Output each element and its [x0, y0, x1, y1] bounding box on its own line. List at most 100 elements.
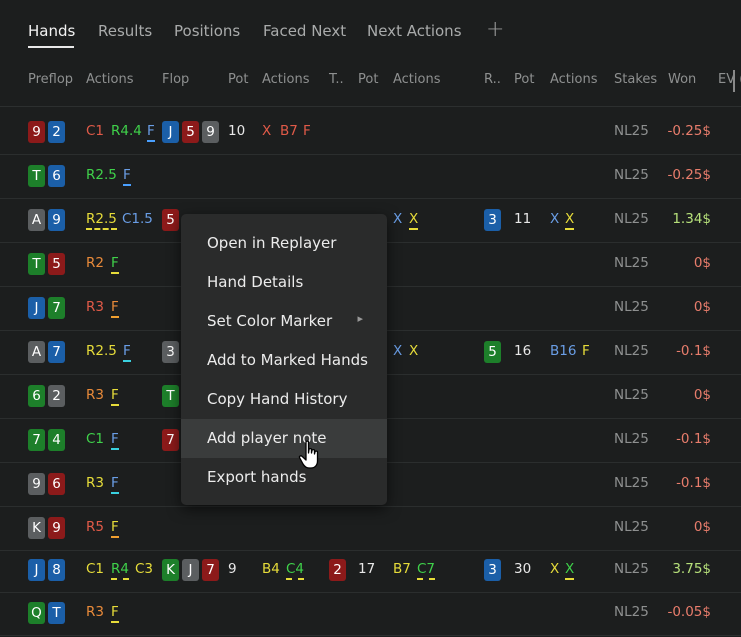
table-row[interactable]: J 8 C1 R4 C3 K J 7 9 B4 C4 2 17 B7 C7 3 … — [0, 549, 741, 593]
river-pot: 30 — [514, 561, 532, 577]
preflop-action: R3 — [86, 299, 104, 315]
table-row[interactable]: T 6 R2.5 F NL25 -0.25$ — [0, 155, 741, 199]
flop-card: J — [162, 121, 179, 143]
flop-action: X — [262, 123, 272, 139]
column-resize-handle[interactable] — [733, 70, 735, 92]
menu-item-hand-details[interactable]: Hand Details — [181, 263, 387, 302]
preflop-action: F — [111, 519, 119, 538]
menu-item-label: Copy Hand History — [207, 390, 348, 408]
table-row[interactable]: K 9 R5 F NL25 0$ — [0, 507, 741, 551]
menu-item-label: Export hands — [207, 468, 307, 486]
turn-action: X — [409, 343, 419, 359]
add-tab-button[interactable]: + — [486, 17, 504, 42]
preflop-action: C1 — [86, 431, 105, 447]
col-river[interactable]: R.. — [484, 72, 501, 87]
won-amount: -0.1$ — [676, 431, 711, 447]
tab-results[interactable]: Results — [98, 22, 152, 40]
hole-card: 5 — [48, 253, 65, 275]
col-river-pot[interactable]: Pot — [514, 72, 534, 87]
col-river-actions[interactable]: Actions — [550, 72, 598, 87]
col-preflop-actions[interactable]: Actions — [86, 72, 134, 87]
flop-action: C4 — [286, 561, 305, 580]
hole-card: 9 — [48, 517, 65, 539]
hole-card: K — [28, 517, 45, 539]
turn-card: 2 — [329, 559, 346, 581]
river-card: 3 — [484, 209, 501, 231]
menu-item-label: Set Color Marker — [207, 312, 333, 330]
preflop-action: F — [111, 255, 119, 274]
menu-item-copy-hand-history[interactable]: Copy Hand History — [181, 380, 387, 419]
hole-card: 9 — [48, 209, 65, 231]
stakes: NL25 — [614, 475, 649, 491]
menu-item-label: Hand Details — [207, 273, 304, 291]
stakes: NL25 — [614, 123, 649, 139]
preflop-action: F — [147, 123, 155, 142]
preflop-action: C1 — [86, 123, 105, 139]
hole-card: J — [28, 297, 45, 319]
won-amount: 0$ — [693, 387, 711, 403]
col-turn-pot[interactable]: Pot — [358, 72, 378, 87]
stakes: NL25 — [614, 387, 649, 403]
menu-item-label: Open in Replayer — [207, 234, 337, 252]
hole-card: 6 — [28, 385, 45, 407]
col-preflop[interactable]: Preflop — [28, 72, 73, 87]
won-amount: 0$ — [693, 255, 711, 271]
preflop-action: F — [111, 475, 119, 494]
col-won[interactable]: Won — [668, 72, 696, 87]
hole-card: 7 — [48, 341, 65, 363]
turn-action: C7 — [417, 561, 436, 580]
tab-next-actions[interactable]: Next Actions — [367, 22, 462, 40]
col-stakes[interactable]: Stakes — [614, 72, 657, 87]
stakes: NL25 — [614, 604, 649, 620]
col-flop[interactable]: Flop — [162, 72, 189, 87]
col-turn[interactable]: T.. — [329, 72, 344, 87]
preflop-action: F — [111, 431, 119, 450]
menu-item-add-player-note[interactable]: Add player note — [181, 419, 387, 458]
menu-item-export-hands[interactable]: Export hands — [181, 458, 387, 497]
preflop-action: F — [111, 387, 119, 406]
col-turn-actions[interactable]: Actions — [393, 72, 441, 87]
tab-faced-next[interactable]: Faced Next — [263, 22, 346, 40]
turn-action: X — [393, 343, 403, 359]
stakes: NL25 — [614, 211, 649, 227]
table-row[interactable]: Q T R3 F NL25 -0.05$ — [0, 592, 741, 636]
tab-positions[interactable]: Positions — [174, 22, 240, 40]
table-row[interactable]: 9 2 C1 R4.4 F J 5 9 10 X B7 F NL25 -0.25… — [0, 111, 741, 155]
preflop-action: R2.5 — [86, 167, 117, 183]
hand-pointer-cursor-icon — [298, 440, 319, 469]
tab-hands[interactable]: Hands — [28, 22, 75, 40]
col-ev[interactable]: EV ( — [718, 72, 741, 87]
flop-card: T — [162, 385, 179, 407]
flop-action: F — [303, 123, 311, 139]
river-action: X — [550, 561, 560, 577]
stakes: NL25 — [614, 299, 649, 315]
flop-card: 7 — [202, 559, 219, 581]
col-flop-actions[interactable]: Actions — [262, 72, 310, 87]
hole-card: 4 — [48, 429, 65, 451]
stakes: NL25 — [614, 343, 649, 359]
preflop-action: C1.5 — [122, 211, 153, 227]
menu-item-add-to-marked-hands[interactable]: Add to Marked Hands — [181, 341, 387, 380]
col-flop-pot[interactable]: Pot — [228, 72, 248, 87]
turn-action: B7 — [393, 561, 411, 577]
flop-card: 7 — [162, 429, 179, 451]
preflop-action: F — [111, 604, 119, 623]
stakes: NL25 — [614, 561, 649, 577]
stakes: NL25 — [614, 255, 649, 271]
won-amount: -0.1$ — [676, 475, 711, 491]
preflop-action: C3 — [135, 561, 154, 577]
preflop-action: R2.5 — [86, 211, 117, 230]
preflop-action: F — [123, 343, 131, 362]
flop-action: B7 — [280, 123, 298, 139]
stakes: NL25 — [614, 519, 649, 535]
hole-card: Q — [28, 602, 45, 624]
preflop-action: F — [123, 167, 131, 186]
hole-card: 2 — [48, 121, 65, 143]
hole-card: 9 — [28, 473, 45, 495]
flop-pot: 10 — [228, 123, 246, 139]
flop-card: 5 — [182, 121, 199, 143]
column-headers: Preflop Actions Flop Pot Actions T.. Pot… — [0, 56, 741, 107]
menu-item-open-in-replayer[interactable]: Open in Replayer — [181, 224, 387, 263]
menu-item-set-color-marker[interactable]: Set Color Marker ▸ — [181, 302, 387, 341]
won-amount: -0.25$ — [667, 123, 711, 139]
